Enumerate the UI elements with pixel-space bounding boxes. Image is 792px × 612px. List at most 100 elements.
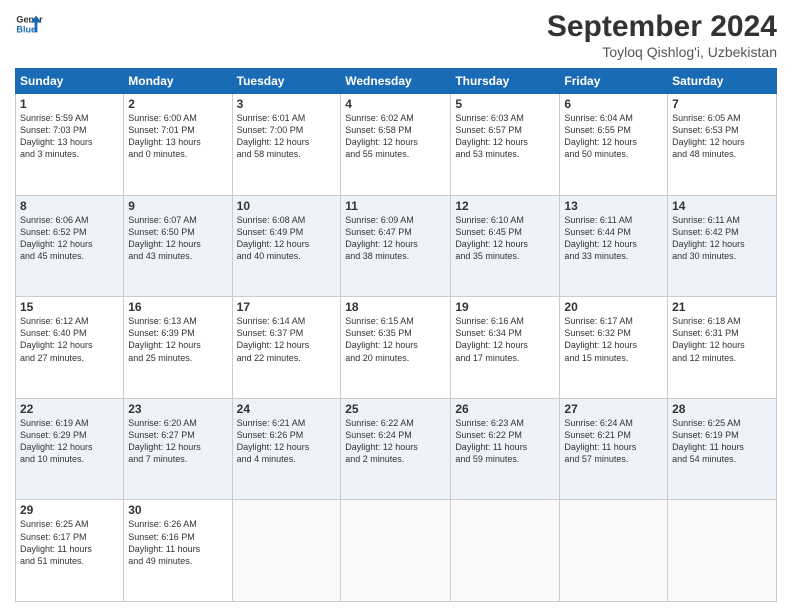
day-cell: 11Sunrise: 6:09 AM Sunset: 6:47 PM Dayli… [341,195,451,297]
weekday-header-sunday: Sunday [16,69,124,94]
day-cell: 10Sunrise: 6:08 AM Sunset: 6:49 PM Dayli… [232,195,341,297]
day-number: 4 [345,97,446,111]
day-number: 10 [237,199,337,213]
week-row-2: 8Sunrise: 6:06 AM Sunset: 6:52 PM Daylig… [16,195,777,297]
day-number: 21 [672,300,772,314]
day-number: 27 [564,402,663,416]
day-cell: 2Sunrise: 6:00 AM Sunset: 7:01 PM Daylig… [124,94,232,196]
day-info: Sunrise: 6:09 AM Sunset: 6:47 PM Dayligh… [345,214,446,263]
day-cell: 28Sunrise: 6:25 AM Sunset: 6:19 PM Dayli… [668,398,777,500]
day-info: Sunrise: 6:07 AM Sunset: 6:50 PM Dayligh… [128,214,227,263]
subtitle: Toyloq Qishlog'i, Uzbekistan [547,44,777,60]
logo-icon: General Blue [15,10,43,38]
day-info: Sunrise: 6:20 AM Sunset: 6:27 PM Dayligh… [128,417,227,466]
day-cell [232,500,341,602]
day-cell: 26Sunrise: 6:23 AM Sunset: 6:22 PM Dayli… [451,398,560,500]
day-number: 16 [128,300,227,314]
day-number: 11 [345,199,446,213]
day-cell: 16Sunrise: 6:13 AM Sunset: 6:39 PM Dayli… [124,297,232,399]
weekday-header-saturday: Saturday [668,69,777,94]
day-number: 9 [128,199,227,213]
day-cell: 6Sunrise: 6:04 AM Sunset: 6:55 PM Daylig… [560,94,668,196]
day-number: 12 [455,199,555,213]
day-info: Sunrise: 6:10 AM Sunset: 6:45 PM Dayligh… [455,214,555,263]
day-info: Sunrise: 6:15 AM Sunset: 6:35 PM Dayligh… [345,315,446,364]
svg-text:Blue: Blue [16,24,36,34]
day-cell: 24Sunrise: 6:21 AM Sunset: 6:26 PM Dayli… [232,398,341,500]
day-cell: 9Sunrise: 6:07 AM Sunset: 6:50 PM Daylig… [124,195,232,297]
week-row-1: 1Sunrise: 5:59 AM Sunset: 7:03 PM Daylig… [16,94,777,196]
week-row-5: 29Sunrise: 6:25 AM Sunset: 6:17 PM Dayli… [16,500,777,602]
day-info: Sunrise: 6:02 AM Sunset: 6:58 PM Dayligh… [345,112,446,161]
day-cell: 18Sunrise: 6:15 AM Sunset: 6:35 PM Dayli… [341,297,451,399]
day-number: 19 [455,300,555,314]
day-cell [560,500,668,602]
day-info: Sunrise: 6:04 AM Sunset: 6:55 PM Dayligh… [564,112,663,161]
day-cell [341,500,451,602]
day-number: 6 [564,97,663,111]
day-info: Sunrise: 6:26 AM Sunset: 6:16 PM Dayligh… [128,518,227,567]
day-info: Sunrise: 6:18 AM Sunset: 6:31 PM Dayligh… [672,315,772,364]
day-info: Sunrise: 6:22 AM Sunset: 6:24 PM Dayligh… [345,417,446,466]
day-cell: 21Sunrise: 6:18 AM Sunset: 6:31 PM Dayli… [668,297,777,399]
weekday-header-monday: Monday [124,69,232,94]
day-number: 29 [20,503,119,517]
day-info: Sunrise: 6:03 AM Sunset: 6:57 PM Dayligh… [455,112,555,161]
day-number: 30 [128,503,227,517]
day-info: Sunrise: 6:12 AM Sunset: 6:40 PM Dayligh… [20,315,119,364]
day-cell: 30Sunrise: 6:26 AM Sunset: 6:16 PM Dayli… [124,500,232,602]
day-cell: 15Sunrise: 6:12 AM Sunset: 6:40 PM Dayli… [16,297,124,399]
day-cell [668,500,777,602]
day-number: 2 [128,97,227,111]
day-number: 28 [672,402,772,416]
day-number: 22 [20,402,119,416]
day-cell: 12Sunrise: 6:10 AM Sunset: 6:45 PM Dayli… [451,195,560,297]
day-number: 8 [20,199,119,213]
day-cell: 1Sunrise: 5:59 AM Sunset: 7:03 PM Daylig… [16,94,124,196]
day-number: 5 [455,97,555,111]
day-number: 13 [564,199,663,213]
day-number: 7 [672,97,772,111]
day-info: Sunrise: 6:25 AM Sunset: 6:19 PM Dayligh… [672,417,772,466]
day-info: Sunrise: 6:14 AM Sunset: 6:37 PM Dayligh… [237,315,337,364]
day-info: Sunrise: 6:23 AM Sunset: 6:22 PM Dayligh… [455,417,555,466]
day-info: Sunrise: 6:11 AM Sunset: 6:42 PM Dayligh… [672,214,772,263]
weekday-header-wednesday: Wednesday [341,69,451,94]
day-info: Sunrise: 6:17 AM Sunset: 6:32 PM Dayligh… [564,315,663,364]
week-row-4: 22Sunrise: 6:19 AM Sunset: 6:29 PM Dayli… [16,398,777,500]
day-number: 17 [237,300,337,314]
day-cell: 29Sunrise: 6:25 AM Sunset: 6:17 PM Dayli… [16,500,124,602]
day-number: 1 [20,97,119,111]
day-number: 23 [128,402,227,416]
day-number: 26 [455,402,555,416]
title-block: September 2024 Toyloq Qishlog'i, Uzbekis… [547,10,777,60]
day-number: 3 [237,97,337,111]
day-info: Sunrise: 6:05 AM Sunset: 6:53 PM Dayligh… [672,112,772,161]
week-row-3: 15Sunrise: 6:12 AM Sunset: 6:40 PM Dayli… [16,297,777,399]
day-info: Sunrise: 6:08 AM Sunset: 6:49 PM Dayligh… [237,214,337,263]
day-info: Sunrise: 6:11 AM Sunset: 6:44 PM Dayligh… [564,214,663,263]
day-cell: 3Sunrise: 6:01 AM Sunset: 7:00 PM Daylig… [232,94,341,196]
weekday-header-friday: Friday [560,69,668,94]
day-info: Sunrise: 6:24 AM Sunset: 6:21 PM Dayligh… [564,417,663,466]
day-cell: 17Sunrise: 6:14 AM Sunset: 6:37 PM Dayli… [232,297,341,399]
day-cell: 27Sunrise: 6:24 AM Sunset: 6:21 PM Dayli… [560,398,668,500]
day-cell: 22Sunrise: 6:19 AM Sunset: 6:29 PM Dayli… [16,398,124,500]
day-cell: 20Sunrise: 6:17 AM Sunset: 6:32 PM Dayli… [560,297,668,399]
day-cell: 4Sunrise: 6:02 AM Sunset: 6:58 PM Daylig… [341,94,451,196]
day-info: Sunrise: 5:59 AM Sunset: 7:03 PM Dayligh… [20,112,119,161]
day-number: 15 [20,300,119,314]
day-number: 25 [345,402,446,416]
day-info: Sunrise: 6:01 AM Sunset: 7:00 PM Dayligh… [237,112,337,161]
day-info: Sunrise: 6:25 AM Sunset: 6:17 PM Dayligh… [20,518,119,567]
day-info: Sunrise: 6:13 AM Sunset: 6:39 PM Dayligh… [128,315,227,364]
day-cell: 25Sunrise: 6:22 AM Sunset: 6:24 PM Dayli… [341,398,451,500]
day-info: Sunrise: 6:21 AM Sunset: 6:26 PM Dayligh… [237,417,337,466]
day-cell: 5Sunrise: 6:03 AM Sunset: 6:57 PM Daylig… [451,94,560,196]
day-number: 24 [237,402,337,416]
day-cell [451,500,560,602]
month-title: September 2024 [547,10,777,44]
weekday-header-thursday: Thursday [451,69,560,94]
day-cell: 14Sunrise: 6:11 AM Sunset: 6:42 PM Dayli… [668,195,777,297]
day-number: 18 [345,300,446,314]
